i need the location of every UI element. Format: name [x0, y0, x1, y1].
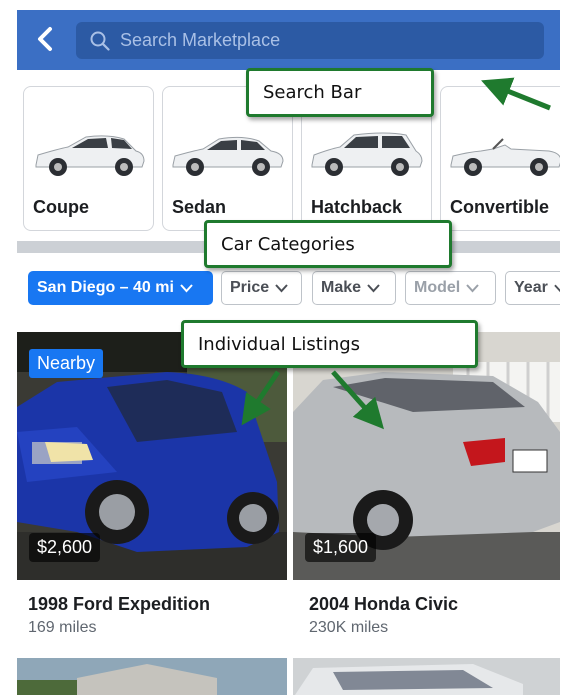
- chevron-down-icon: [554, 284, 560, 292]
- callout-label: Individual Listings: [198, 333, 361, 355]
- category-label: Sedan: [172, 197, 227, 217]
- nearby-badge: Nearby: [29, 349, 104, 378]
- chevron-down-icon: [275, 283, 288, 292]
- listing-title[interactable]: 2004 Honda Civic: [309, 594, 458, 615]
- year-filter-label: Year: [514, 279, 548, 296]
- car-hatchback-image: [311, 132, 423, 176]
- house-image: [17, 658, 287, 695]
- year-filter-chip[interactable]: Year: [505, 271, 560, 305]
- search-icon: [90, 31, 110, 51]
- category-label: Convertible: [450, 197, 550, 217]
- chevron-down-icon: [466, 283, 479, 292]
- location-filter-label: San Diego – 40 mi: [37, 279, 174, 296]
- callout-label: Car Categories: [221, 233, 355, 255]
- chevron-down-icon: [180, 283, 193, 292]
- location-filter-chip[interactable]: San Diego – 40 mi: [28, 271, 213, 305]
- car-categories-callout: Car Categories: [204, 220, 452, 268]
- search-bar[interactable]: Search Marketplace: [76, 22, 544, 59]
- listing-photo-next-1[interactable]: [17, 658, 287, 695]
- listing-photo-ford-expedition[interactable]: Nearby $2,600: [17, 332, 287, 580]
- listing-title[interactable]: 1998 Ford Expedition: [28, 594, 210, 615]
- category-label: Coupe: [33, 197, 89, 217]
- model-filter-label: Model: [414, 279, 461, 296]
- price-filter-chip[interactable]: Price: [221, 271, 302, 305]
- model-filter-chip[interactable]: Model: [405, 271, 496, 305]
- listing-mileage: 230K miles: [309, 619, 389, 636]
- make-filter-label: Make: [321, 279, 362, 296]
- app-header: Search Marketplace: [17, 10, 560, 70]
- car-image: [293, 658, 560, 695]
- listing-photo-next-2[interactable]: [293, 658, 560, 695]
- car-coupe-image: [35, 135, 145, 176]
- listing-photo-honda-civic[interactable]: $1,600: [293, 332, 560, 580]
- category-label: Hatchback: [311, 197, 403, 217]
- car-sedan-image: [172, 136, 284, 176]
- search-placeholder: Search Marketplace: [120, 30, 281, 50]
- search-bar-callout: Search Bar: [246, 68, 434, 117]
- listing-price: $1,600: [305, 533, 377, 562]
- chevron-down-icon: [367, 283, 380, 292]
- make-filter-chip[interactable]: Make: [312, 271, 396, 305]
- back-arrow-icon[interactable]: [31, 24, 61, 54]
- category-card-coupe[interactable]: Coupe: [23, 86, 154, 231]
- car-convertible-image: [450, 138, 560, 176]
- individual-listings-callout: Individual Listings: [181, 320, 478, 368]
- listing-price: $2,600: [29, 533, 101, 562]
- price-filter-label: Price: [230, 279, 270, 296]
- callout-label: Search Bar: [263, 82, 362, 103]
- listing-mileage: 169 miles: [28, 619, 97, 636]
- category-card-convertible[interactable]: Convertible: [440, 86, 560, 231]
